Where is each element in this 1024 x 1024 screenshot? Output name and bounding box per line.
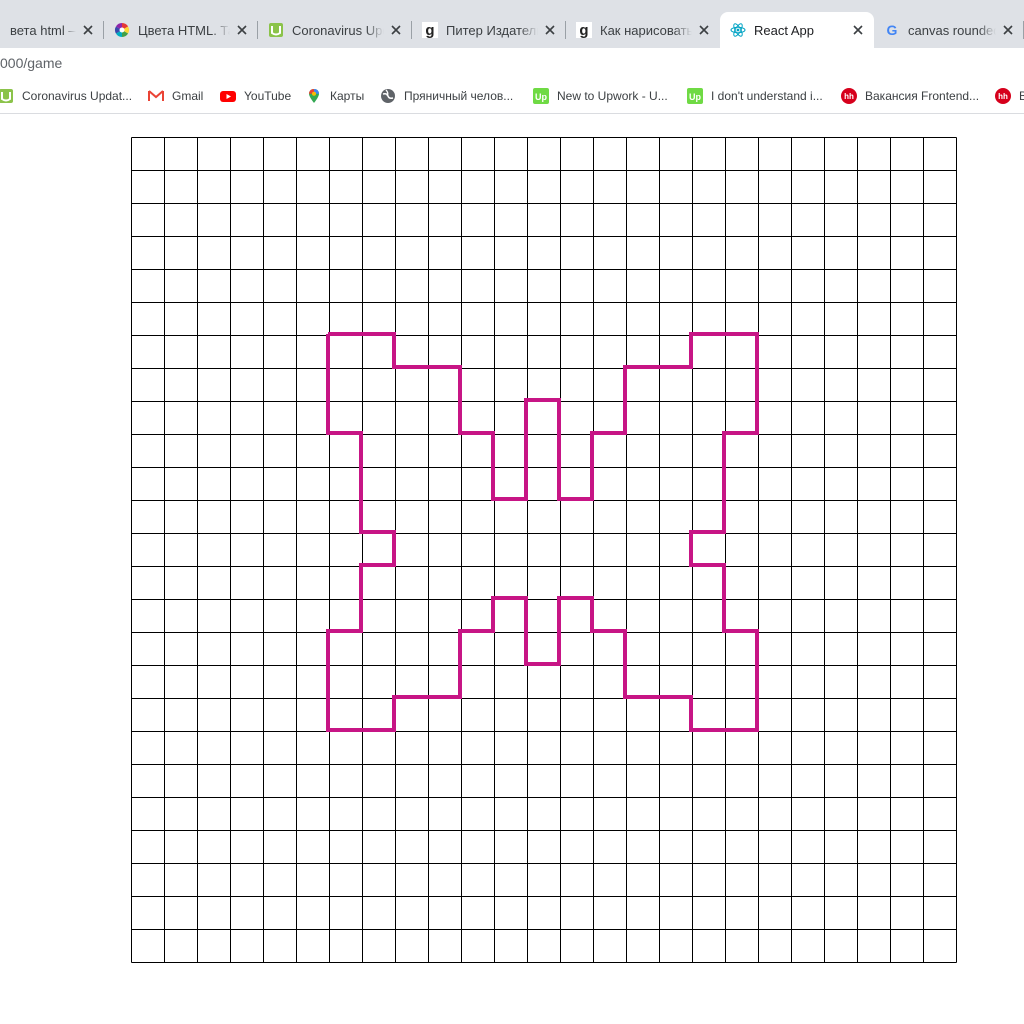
game-canvas[interactable] [0,0,1024,1024]
grid [131,137,957,963]
